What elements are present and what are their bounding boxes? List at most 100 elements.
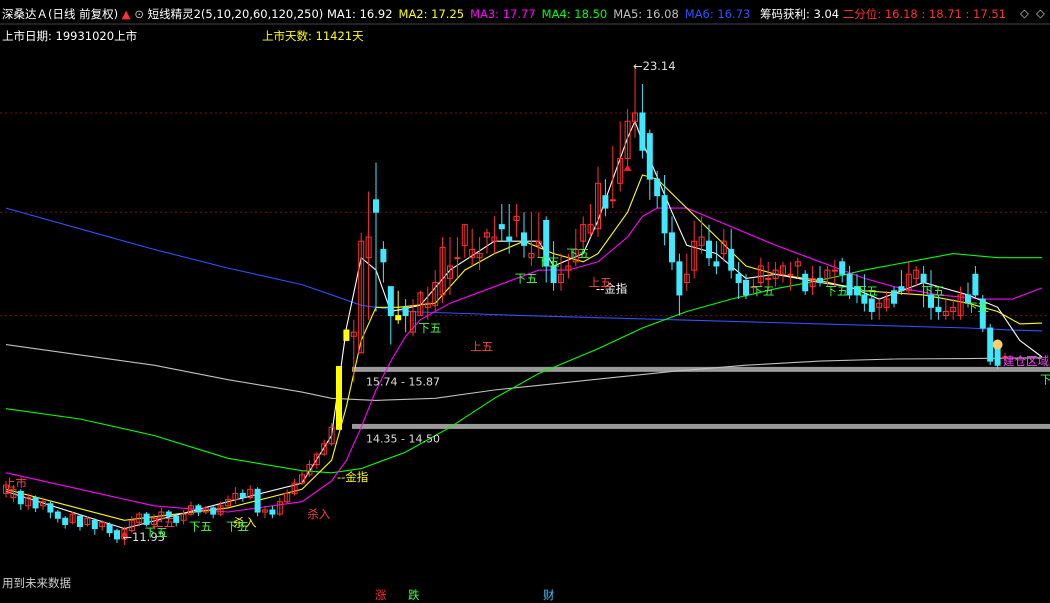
- ma5-line: [5, 119, 1043, 530]
- candle-body: [106, 523, 113, 534]
- candle-body: [17, 490, 24, 505]
- period-label[interactable]: (日线 前复权): [48, 7, 118, 21]
- candle-body: [898, 286, 905, 292]
- candle-body: [994, 348, 1001, 366]
- indicator-name[interactable]: 短线精灵2(5,10,20,60,120,250): [148, 7, 324, 21]
- fall-marker[interactable]: 跌: [408, 587, 420, 603]
- chart-annotation: 下五: [226, 520, 249, 534]
- candle-body: [654, 178, 661, 197]
- candle-body: [713, 261, 720, 267]
- money-bag-icon: [992, 339, 1003, 350]
- candle-body: [54, 511, 61, 519]
- candle-body: [728, 248, 735, 271]
- candle-body: [62, 517, 69, 525]
- chart-annotation: 下五: [855, 284, 878, 298]
- ma-legend-item: MA5: 16.08: [613, 7, 679, 21]
- quantile-label: 二分位:: [842, 7, 882, 21]
- candle-body: [676, 261, 683, 296]
- candle-body: [831, 269, 838, 272]
- future-data-note: 用到未来数据: [2, 576, 71, 590]
- candle-body: [373, 199, 379, 213]
- ma-legend-item: MA1: 16.92: [326, 7, 393, 21]
- candle-body: [454, 257, 461, 260]
- chevron-down-icon[interactable]: ⊙: [134, 7, 144, 21]
- candle-body: [143, 513, 150, 525]
- candle-body: [817, 277, 823, 284]
- candle-body: [706, 240, 712, 259]
- candle-body: [669, 232, 675, 263]
- chart-annotation: 上五: [589, 276, 612, 290]
- ma-legend: MA1: 16.92 MA2: 17.25 MA3: 17.77 MA4: 18.50…: [327, 7, 756, 21]
- support-band: [352, 423, 1050, 429]
- list-days: 上市天数: 11421天: [262, 28, 364, 44]
- chart-annotation: ←23.14: [633, 59, 676, 73]
- price-chart: 15.74 - 15.8714.35 - 14.50←23.14←11.93--…: [0, 23, 1050, 546]
- up-arrow-icon: ▲: [121, 7, 131, 21]
- chart-annotation: 下五: [566, 247, 589, 261]
- list-days-label: 上市天数:: [262, 29, 312, 43]
- chart-annotation: 下五: [825, 284, 848, 298]
- candle-body: [254, 488, 261, 513]
- ma60-line: [5, 253, 1042, 474]
- chart-annotation: 杀入: [307, 507, 330, 521]
- collapse-icon[interactable]: ◇: [1020, 6, 1029, 20]
- candle-body: [639, 112, 646, 151]
- chip-profit: 筹码获利: 3.04: [759, 7, 840, 21]
- candle-body: [935, 306, 942, 312]
- candle-body: [77, 515, 83, 528]
- candle-body: [787, 273, 794, 276]
- candle-body: [387, 286, 394, 317]
- chart-header: 深桑达Ａ(日线 前复权) ▲ ⊙ 短线精灵2(5,10,20,60,120,25…: [2, 6, 1006, 22]
- candle-body: [972, 273, 979, 296]
- chart-annotation: 上市: [4, 476, 27, 490]
- candle-body: [521, 232, 527, 246]
- candle-body: [210, 507, 217, 515]
- chart-annotation: 下五: [751, 284, 774, 298]
- candle-body: [891, 290, 897, 304]
- candle-body: [920, 273, 927, 284]
- candle-body: [839, 261, 846, 275]
- candle-body: [498, 224, 505, 230]
- support-zone-label: 14.35 - 14.50: [366, 432, 440, 445]
- chart-annotation: 下五: [537, 255, 560, 269]
- list-date-label: 上市日期:: [2, 29, 52, 43]
- ma120-line: [5, 344, 1043, 401]
- list-date-value: 19931020上市: [55, 29, 138, 43]
- candle-body: [336, 365, 342, 430]
- rise-marker[interactable]: 涨: [375, 587, 387, 603]
- candle-body: [602, 195, 609, 209]
- candle-body: [402, 306, 409, 317]
- candle-body: [743, 279, 749, 296]
- chart-annotation: 下五: [145, 526, 168, 540]
- ma-legend-item: MA2: 17.25: [398, 7, 465, 21]
- candle-body: [380, 248, 387, 263]
- candle-body: [114, 530, 120, 540]
- ma-legend-item: MA6: 16.73: [684, 7, 751, 21]
- chart-annotation: --金指: [337, 470, 368, 484]
- finance-marker[interactable]: 财: [543, 587, 555, 603]
- candle-body: [735, 273, 742, 284]
- candle-body: [195, 505, 202, 513]
- candle-body: [395, 315, 402, 321]
- ma-legend-item: MA4: 18.50: [541, 7, 608, 21]
- expand-icon[interactable]: ◇: [1036, 6, 1045, 20]
- candle-body: [239, 492, 246, 499]
- candle-body: [609, 199, 616, 202]
- buy-arrow-icon: [623, 164, 632, 171]
- candle-body: [91, 519, 98, 530]
- stock-name[interactable]: 深桑达Ａ: [2, 7, 48, 21]
- chart-annotation: 下五: [189, 520, 212, 534]
- chart-annotation: 下五: [515, 271, 538, 285]
- quantile-values: 16.18 : 18.71 : 17.51: [884, 7, 1006, 21]
- chart-annotation: 下五: [418, 321, 441, 335]
- candle-body: [802, 273, 809, 292]
- candle-body: [269, 509, 276, 515]
- candle-body: [32, 497, 39, 509]
- list-date: 上市日期: 19931020上市: [2, 28, 137, 44]
- candle-body: [661, 195, 668, 234]
- chart-annotation: 下五: [922, 284, 945, 298]
- chart-annotation: 上五: [470, 340, 493, 354]
- candle-body: [343, 329, 350, 341]
- candle-body: [987, 327, 994, 362]
- candle-body: [47, 503, 54, 513]
